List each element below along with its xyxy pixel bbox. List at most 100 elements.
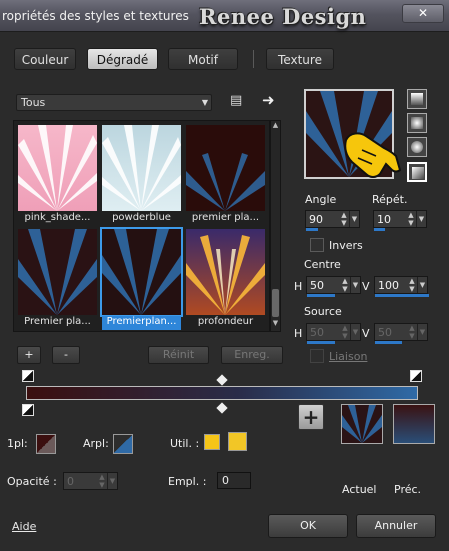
source-v-slider-bar[interactable] xyxy=(375,341,402,344)
document-icon[interactable]: ▤ xyxy=(230,94,244,108)
color-stop-start[interactable] xyxy=(22,404,34,416)
tab-bar: Couleur Dégradé Motif Texture xyxy=(0,44,449,74)
foreground-stop-swatch[interactable] xyxy=(36,434,56,454)
scroll-up-icon[interactable]: ▲ xyxy=(271,121,280,129)
scroll-down-icon[interactable]: ▼ xyxy=(271,319,280,327)
preset-thumb-powderblue[interactable]: powderblue xyxy=(102,125,181,223)
linear-style-button[interactable] xyxy=(407,89,427,109)
spin-arrows-icon[interactable]: ▲ ▼ xyxy=(406,211,416,227)
opacity-spinner[interactable]: 0 ▲ ▼ ▼ xyxy=(63,472,118,490)
location-label: Empl. : xyxy=(168,475,207,488)
cancel-button[interactable]: Annuler xyxy=(356,514,436,538)
close-button[interactable]: ✕ xyxy=(402,4,444,23)
chevron-down-icon[interactable]: ▼ xyxy=(350,324,360,340)
help-link[interactable]: Aide xyxy=(12,520,36,533)
centre-h-spinner[interactable]: 50 ▲ ▼ ▼ xyxy=(306,276,361,297)
centre-h-slider-bar[interactable] xyxy=(307,294,335,297)
current-swatch[interactable] xyxy=(341,404,383,444)
centre-v-value: 100 xyxy=(378,279,399,292)
preset-label: Premier pla... xyxy=(24,316,91,327)
preset-preview xyxy=(102,125,181,211)
foreground-label: 1pl: xyxy=(7,437,28,450)
tab-degrade[interactable]: Dégradé xyxy=(87,48,158,70)
source-h-label: H xyxy=(294,327,303,340)
preset-label: profondeur xyxy=(197,316,254,327)
spin-arrows-icon[interactable]: ▲ ▼ xyxy=(407,324,417,340)
current-label: Actuel xyxy=(342,483,377,496)
repeat-label: Répét. xyxy=(372,193,408,206)
spin-arrows-icon[interactable]: ▲ ▼ xyxy=(407,277,417,293)
angle-spinner[interactable]: 90 ▲ ▼ ▼ xyxy=(305,210,360,231)
preset-label: pink_shade... xyxy=(24,212,91,223)
radial-style-button[interactable] xyxy=(407,162,427,182)
preset-thumb-profondeur[interactable]: profondeur xyxy=(186,229,265,327)
source-h-slider-bar[interactable] xyxy=(307,341,335,344)
centre-v-slider-bar[interactable] xyxy=(375,294,429,297)
save-preset-button[interactable]: Enreg. xyxy=(221,346,283,364)
sunburst-style-button[interactable] xyxy=(407,137,427,157)
tab-motif[interactable]: Motif xyxy=(168,48,238,70)
user-color-swatch-1[interactable] xyxy=(204,434,220,450)
source-h-spinner[interactable]: 50 ▲ ▼ ▼ xyxy=(306,323,361,344)
preset-thumb-premier-plan-1[interactable]: premier pla... xyxy=(186,125,265,223)
centre-label: Centre xyxy=(304,258,341,271)
preset-preview xyxy=(100,227,183,317)
centre-v-label: V xyxy=(362,280,370,293)
previous-swatch[interactable] xyxy=(393,404,435,444)
chevron-down-icon[interactable]: ▼ xyxy=(350,277,360,293)
preset-thumb-premier-plan-2[interactable]: Premier pla... xyxy=(18,229,97,327)
user-color-swatch-2[interactable] xyxy=(228,432,247,451)
scroll-thumb[interactable] xyxy=(272,289,279,317)
preset-preview xyxy=(186,125,265,211)
tab-couleur[interactable]: Couleur xyxy=(14,48,76,70)
preset-label: Premierplan... xyxy=(102,316,181,330)
chevron-down-icon: ▼ xyxy=(201,98,208,107)
tab-texture[interactable]: Texture xyxy=(266,48,334,70)
window-title: ropriétés des styles et textures xyxy=(2,9,189,23)
repeat-spinner[interactable]: 10 ▲ ▼ ▼ xyxy=(373,210,427,231)
background-stop-swatch[interactable] xyxy=(113,434,133,454)
rectangular-style-button[interactable] xyxy=(407,113,427,133)
chevron-down-icon[interactable]: ▼ xyxy=(349,211,359,227)
angle-value: 90 xyxy=(309,213,323,226)
reset-button[interactable]: Réinit xyxy=(148,346,209,364)
add-preset-button[interactable]: + xyxy=(17,346,41,364)
centre-v-spinner[interactable]: 100 ▲ ▼ ▼ xyxy=(374,276,429,297)
chevron-down-icon[interactable]: ▼ xyxy=(107,473,117,489)
preset-thumb-premierplan-selected[interactable]: Premierplan... xyxy=(100,227,183,330)
angle-slider-bar[interactable] xyxy=(306,228,318,231)
spin-arrows-icon[interactable]: ▲ ▼ xyxy=(340,324,350,340)
spin-arrows-icon[interactable]: ▲ ▼ xyxy=(97,473,107,489)
link-checkbox[interactable] xyxy=(310,349,324,363)
remove-preset-button[interactable]: - xyxy=(52,346,80,364)
preset-label: powderblue xyxy=(112,212,171,223)
repeat-slider-bar[interactable] xyxy=(374,228,385,231)
angle-label: Angle xyxy=(305,193,337,206)
gradient-editor-bar[interactable] xyxy=(26,386,418,400)
invert-checkbox[interactable] xyxy=(310,238,324,252)
location-input[interactable]: 0 xyxy=(217,472,251,489)
chevron-down-icon[interactable]: ▼ xyxy=(417,277,427,293)
preset-thumb-pink-shade[interactable]: pink_shade... xyxy=(18,125,97,223)
centre-h-value: 50 xyxy=(310,279,324,292)
chevron-down-icon[interactable]: ▼ xyxy=(417,324,427,340)
opacity-midpoint[interactable] xyxy=(216,374,228,386)
spin-arrows-icon[interactable]: ▲ ▼ xyxy=(339,211,349,227)
add-to-swatches-button[interactable]: + xyxy=(298,404,324,430)
source-v-spinner[interactable]: 50 ▲ ▼ ▼ xyxy=(374,323,428,344)
color-midpoint[interactable] xyxy=(216,402,228,414)
preset-preview xyxy=(18,229,97,315)
chevron-down-icon[interactable]: ▼ xyxy=(416,211,426,227)
opacity-stop-end[interactable] xyxy=(410,370,422,382)
tab-separator xyxy=(253,50,254,68)
preset-scrollbar[interactable]: ▲ ▼ xyxy=(270,120,281,332)
preset-preview xyxy=(186,229,265,315)
background-label: Arpl: xyxy=(83,437,109,450)
pointing-hand-icon xyxy=(344,132,402,178)
spin-arrows-icon[interactable]: ▲ ▼ xyxy=(340,277,350,293)
ok-button[interactable]: OK xyxy=(268,514,348,538)
preset-category-select[interactable]: Tous ▼ xyxy=(16,94,212,111)
arrow-right-icon[interactable]: ➜ xyxy=(262,92,278,108)
opacity-stop-start[interactable] xyxy=(22,370,34,382)
user-color-label: Util. : xyxy=(170,437,200,450)
